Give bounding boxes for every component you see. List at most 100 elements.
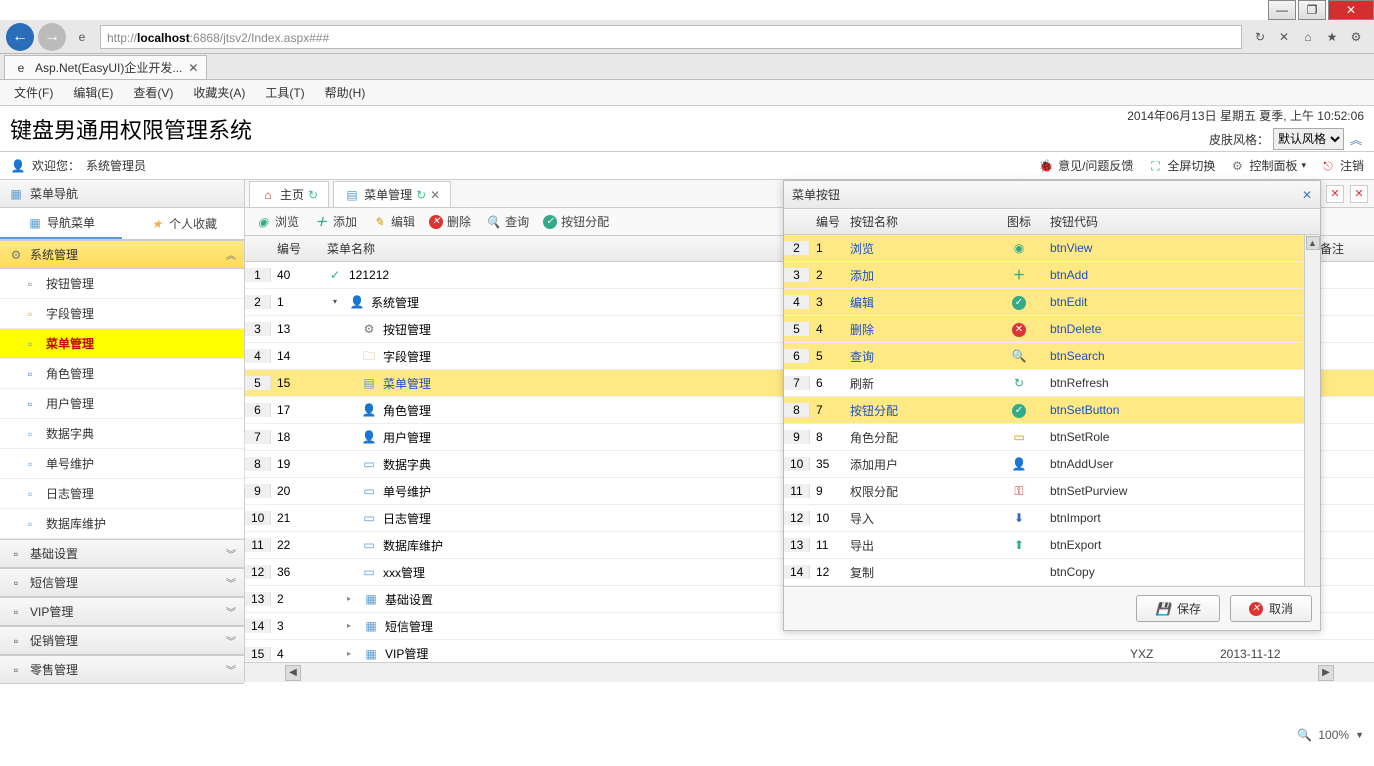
zoom-value: 100% — [1318, 728, 1349, 742]
back-button[interactable]: ← — [6, 23, 34, 51]
collapse-icon[interactable]: ▸ — [341, 618, 357, 634]
collapse-icon[interactable]: ▸ — [341, 591, 357, 607]
tab-favorites[interactable]: ★ 个人收藏 — [122, 208, 244, 239]
ie-icon: e — [72, 30, 92, 44]
maximize-button[interactable]: ❐ — [1298, 0, 1326, 20]
dialog-row[interactable]: 21浏览◉btnView — [784, 235, 1320, 262]
page-icon: e — [13, 60, 29, 76]
zoom-icon[interactable]: 🔍 — [1297, 728, 1312, 742]
stop-icon[interactable]: ✕ — [1274, 30, 1294, 44]
sidebar-item-按钮管理[interactable]: ▫按钮管理 — [0, 269, 244, 299]
tb-view[interactable]: ◉浏览 — [255, 213, 299, 230]
tb-add[interactable]: ＋添加 — [313, 213, 357, 230]
star-icon[interactable]: ★ — [1322, 30, 1342, 44]
menu-编辑(E)[interactable]: 编辑(E) — [73, 84, 113, 101]
accordion-system-manage[interactable]: ⚙系统管理 ︽ — [0, 240, 244, 269]
sidebar-item-数据字典[interactable]: ▫数据字典 — [0, 419, 244, 449]
scroll-left-icon[interactable]: ◀ — [285, 665, 301, 681]
dialog-row[interactable]: 1412复制btnCopy — [784, 559, 1320, 586]
sidebar-item-角色管理[interactable]: ▫角色管理 — [0, 359, 244, 389]
accordion-短信管理[interactable]: ▫短信管理︾ — [0, 568, 244, 597]
content-area: ⌂ 主页 ↻ ▤ 菜单管理 ↻ ✕ ⌂ ☷ ↻ ▣ ✖ ✕ ✕ ✕ — [245, 180, 1374, 682]
close-window-button[interactable]: ✕ — [1328, 0, 1374, 20]
fullscreen-link[interactable]: ⛶全屏切换 — [1147, 157, 1215, 174]
menu-收藏夹(A)[interactable]: 收藏夹(A) — [193, 84, 245, 101]
refresh-icon[interactable]: ↻ — [1250, 30, 1270, 44]
scroll-up-icon[interactable]: ▲ — [1306, 236, 1320, 250]
address-bar[interactable]: http://localhost:6868/jtsv2/Index.aspx##… — [100, 25, 1242, 49]
chevron-down-icon: ︾ — [226, 604, 236, 619]
zoom-dropdown-icon[interactable]: ▼ — [1355, 730, 1364, 740]
tb-search[interactable]: 🔍查询 — [485, 213, 529, 230]
dialog-row[interactable]: 87按钮分配✓btnSetButton — [784, 397, 1320, 424]
scroll-right-icon[interactable]: ▶ — [1318, 665, 1334, 681]
tb-delete[interactable]: ✕删除 — [429, 213, 471, 230]
tab-close-icon[interactable]: ✕ — [188, 61, 198, 75]
dialog-row[interactable]: 1035添加用户👤btnAddUser — [784, 451, 1320, 478]
expand-icon[interactable]: ▾ — [327, 294, 343, 310]
button-icon: ↻ — [1011, 375, 1027, 391]
tab-menu-manage[interactable]: ▤ 菜单管理 ↻ ✕ — [333, 181, 451, 207]
tab-home[interactable]: ⌂ 主页 ↻ — [249, 181, 329, 207]
folder-icon: ▫ — [8, 575, 24, 591]
tb-assign[interactable]: ✓按钮分配 — [543, 213, 609, 230]
control-panel-link[interactable]: ⚙控制面板▾ — [1229, 157, 1306, 174]
browser-tab[interactable]: e Asp.Net(EasyUI)企业开发... ✕ — [4, 55, 207, 79]
gear-icon[interactable]: ⚙ — [1346, 30, 1366, 44]
dialog-row[interactable]: 54删除✕btnDelete — [784, 316, 1320, 343]
skin-select[interactable]: 默认风格 — [1273, 128, 1344, 150]
dialog-scrollbar[interactable]: ▲ — [1304, 235, 1320, 586]
dialog-row[interactable]: 1210导入⬇btnImport — [784, 505, 1320, 532]
sidebar-item-日志管理[interactable]: ▫日志管理 — [0, 479, 244, 509]
dialog-row[interactable]: 43编辑✓btnEdit — [784, 289, 1320, 316]
chevron-down-icon: ︾ — [226, 546, 236, 561]
accordion-促销管理[interactable]: ▫促销管理︾ — [0, 626, 244, 655]
tabtool-close3-icon[interactable]: ✕ — [1350, 185, 1368, 203]
row-icon: ▭ — [361, 510, 377, 526]
sidebar-item-数据库维护[interactable]: ▫数据库维护 — [0, 509, 244, 539]
menu-文件(F)[interactable]: 文件(F) — [14, 84, 53, 101]
pencil-icon: ✎ — [371, 214, 387, 230]
tab-nav-menu[interactable]: ▦ 导航菜单 — [0, 208, 122, 239]
tabtool-close2-icon[interactable]: ✕ — [1326, 185, 1344, 203]
reload-icon[interactable]: ↻ — [416, 188, 426, 202]
collapse-header-icon[interactable]: ︽ — [1348, 131, 1364, 148]
tab-close-icon[interactable]: ✕ — [430, 188, 440, 202]
tb-edit[interactable]: ✎编辑 — [371, 213, 415, 230]
accordion-零售管理[interactable]: ▫零售管理︾ — [0, 655, 244, 684]
save-button[interactable]: 💾保存 — [1136, 595, 1220, 622]
dialog-row[interactable]: 65查询🔍btnSearch — [784, 343, 1320, 370]
dialog-row[interactable]: 1311导出⬆btnExport — [784, 532, 1320, 559]
forward-button[interactable]: → — [38, 23, 66, 51]
menu-查看(V)[interactable]: 查看(V) — [133, 84, 173, 101]
button-icon: ⬆ — [1011, 537, 1027, 553]
dialog-row[interactable]: 32添加＋btnAdd — [784, 262, 1320, 289]
menu-帮助(H)[interactable]: 帮助(H) — [325, 84, 366, 101]
horizontal-scrollbar[interactable]: ◀ ▶ — [245, 662, 1374, 682]
feedback-link[interactable]: 🐞意见/问题反馈 — [1038, 157, 1133, 174]
sidebar-item-用户管理[interactable]: ▫用户管理 — [0, 389, 244, 419]
logout-link[interactable]: ⎋注销 — [1320, 157, 1364, 174]
dialog-row[interactable]: 119权限分配⚿btnSetPurview — [784, 478, 1320, 505]
dialog-row[interactable]: 76刷新↻btnRefresh — [784, 370, 1320, 397]
sidebar-item-单号维护[interactable]: ▫单号维护 — [0, 449, 244, 479]
menu-工具(T)[interactable]: 工具(T) — [265, 84, 304, 101]
collapse-icon[interactable]: ▸ — [341, 646, 357, 662]
grid-row[interactable]: 154▸▦VIP管理YXZ2013-11-12 — [245, 640, 1374, 662]
accordion-VIP管理[interactable]: ▫VIP管理︾ — [0, 597, 244, 626]
home-icon[interactable]: ⌂ — [1298, 30, 1318, 44]
sidebar-item-菜单管理[interactable]: ▫菜单管理 — [0, 329, 244, 359]
check-icon: ✓ — [543, 215, 557, 229]
accordion-基础设置[interactable]: ▫基础设置︾ — [0, 539, 244, 568]
row-icon: ▦ — [363, 646, 379, 662]
dialog-close-icon[interactable]: ✕ — [1302, 188, 1312, 202]
chevron-up-icon: ︽ — [226, 247, 236, 262]
dialog-row[interactable]: 98角色分配▭btnSetRole — [784, 424, 1320, 451]
minimize-button[interactable]: — — [1268, 0, 1296, 20]
row-icon: ▭ — [361, 564, 377, 580]
sidebar-item-字段管理[interactable]: ▫字段管理 — [0, 299, 244, 329]
button-icon: ◉ — [1011, 240, 1027, 256]
cancel-button[interactable]: ✕取消 — [1230, 595, 1312, 622]
item-icon: ▫ — [22, 456, 38, 472]
reload-icon[interactable]: ↻ — [308, 188, 318, 202]
